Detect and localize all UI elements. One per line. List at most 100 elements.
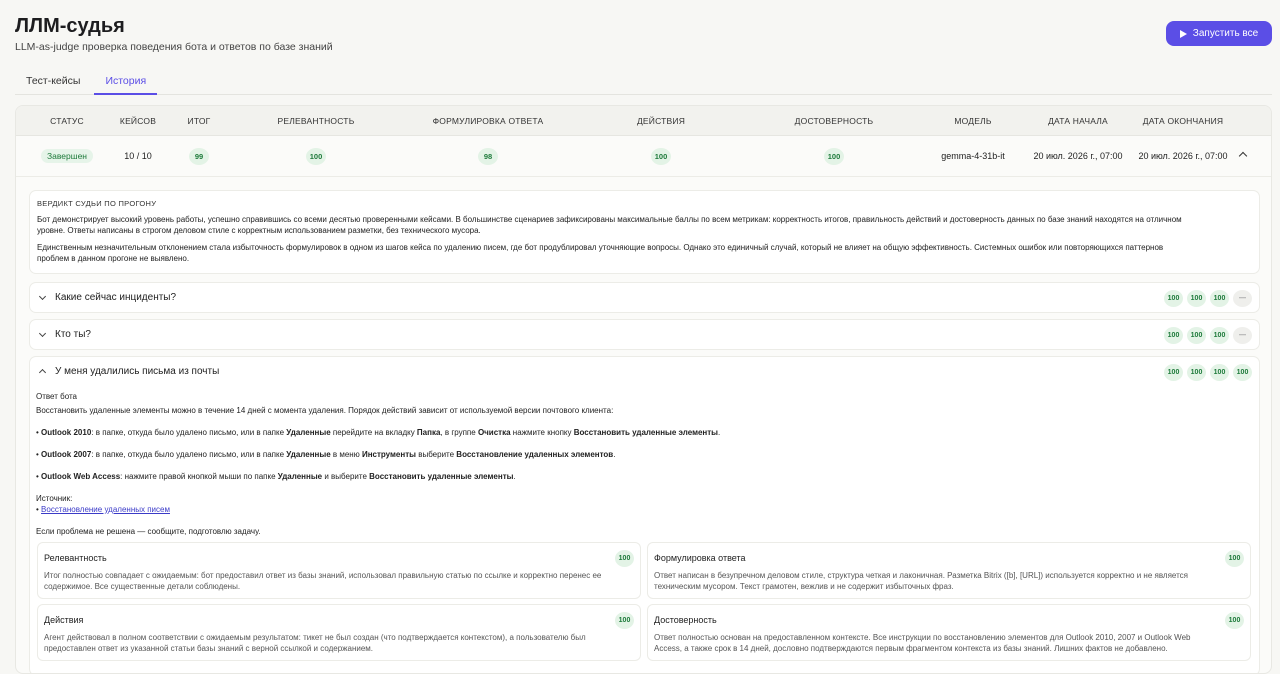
answer-text: : в папке, откуда было удалено письмо, и… [91,428,287,437]
answer-text: выберите [415,450,457,459]
answer-bold: Восстановить удаленные элементы [369,472,514,481]
answer-bold: Инструменты [361,450,416,459]
criterion-card-actions: Действия Агент действовал в полном соотв… [37,604,641,661]
score-pill: 100 [1187,327,1206,344]
criterion-score: 100 [615,612,634,629]
run-all-label: Запустить все [1192,28,1259,39]
score-pill: 100 [1187,364,1206,381]
verdict-title: ВЕРДИКТ СУДЬИ ПО ПРОГОНУ [37,199,157,208]
case-accordion[interactable]: Кто ты? 100 100 100 — [29,319,1260,350]
answer-bold: Восстановить удаленные элементы [573,428,719,437]
criterion-text: Итог полностью совпадает с ожидаемым: бо… [44,571,602,580]
answer-text: , в группе [440,428,478,437]
history-panel: СТАТУС КЕЙСОВ ИТОГ РЕЛЕВАНТНОСТЬ ФОРМУЛИ… [15,105,1272,674]
answer-label: Ответ бота [36,392,77,401]
source-link[interactable]: Восстановление удаленных писем [41,505,170,514]
verdict-text: Бот демонстрирует высокий уровень работы… [37,215,1182,224]
answer-text: . [613,450,616,459]
case-question: Какие сейчас инциденты? [55,292,177,303]
play-icon [1179,29,1187,38]
col-end-date: ДАТА ОКОНЧАНИЯ [1142,116,1224,126]
answer-bold: Outlook Web Access [41,472,121,481]
answer-bold: Удаленные [277,472,323,481]
criterion-text: Агент действовал в полном соответствии с… [44,633,586,642]
answer-text: в меню [330,450,362,459]
relevance-score: 100 [306,148,326,165]
score-pill: 100 [1210,290,1229,307]
score-pill: 100 [1164,364,1183,381]
answer-bullet: • Outlook 2007: в папке, откуда было уда… [36,450,616,459]
case-accordion[interactable]: Какие сейчас инциденты? 100 100 100 — [29,282,1260,313]
criterion-text: Access, а также срок в 14 дней, дословно… [654,644,1168,653]
criterion-text: техническим мусором. Текст грамотен, веж… [654,582,954,591]
score-pill: 100 [1233,364,1252,381]
answer-text: . [718,428,721,437]
page-header: ЛЛМ-судья LLM-as-judge проверка поведени… [15,14,333,53]
criterion-card-relevance: Релевантность Итог полностью совпадает с… [37,542,641,599]
source-item: • Восстановление удаленных писем [36,505,170,514]
col-total: ИТОГ [187,116,211,126]
chevron-up-icon[interactable] [1238,151,1248,161]
tab-test-cases[interactable]: Тест-кейсы [15,70,91,95]
score-pill: — [1233,327,1252,344]
criterion-score: 100 [1225,612,1244,629]
verdict-paragraph: Бот демонстрирует высокий уровень работы… [37,214,1252,236]
criterion-text: Ответ полностью основан на предоставленн… [654,633,1191,642]
tab-history[interactable]: История [94,70,158,95]
table-header: СТАТУС КЕЙСОВ ИТОГ РЕЛЕВАНТНОСТЬ ФОРМУЛИ… [16,106,1271,136]
verdict-paragraph: Единственным незначительным отклонением … [37,242,1252,264]
criterion-description: Ответ полностью основан на предоставленн… [654,632,1244,654]
wording-score: 98 [478,148,498,165]
score-pill: 100 [1210,364,1229,381]
criterion-score: 100 [615,550,634,567]
criterion-description: Итог полностью совпадает с ожидаемым: бо… [44,570,634,592]
answer-intro: Восстановить удаленные элементы можно в … [36,406,614,415]
criterion-title: Формулировка ответа [654,553,746,563]
page-title: ЛЛМ-судья [15,15,125,37]
answer-text: нажмите кнопку [510,428,574,437]
answer-closing: Если проблема не решена — сообщите, подг… [36,527,261,536]
case-question: Кто ты? [55,329,91,340]
answer-text: и выберите [322,472,370,481]
chevron-down-icon [38,292,47,301]
start-date: 20 июл. 2026 г., 07:00 [1033,151,1123,161]
score-pill: — [1233,290,1252,307]
col-reliability: ДОСТОВЕРНОСТЬ [794,116,874,126]
criterion-card-wording: Формулировка ответа Ответ написан в безу… [647,542,1251,599]
verdict-card: ВЕРДИКТ СУДЬИ ПО ПРОГОНУ Бот демонстриру… [29,190,1260,274]
col-start-date: ДАТА НАЧАЛА [1048,116,1108,126]
criterion-description: Ответ написан в безупречном деловом стил… [654,570,1244,592]
answer-bold: Outlook 2010 [41,428,92,437]
answer-bold: Удаленные [286,450,331,459]
answer-bold: Восстановление удаленных элементов [456,450,614,459]
criterion-title: Действия [44,615,84,625]
col-cases: КЕЙСОВ [119,116,157,126]
score-pill: 100 [1210,327,1229,344]
verdict-text: Единственным незначительным отклонением … [37,243,1164,252]
col-status: СТАТУС [50,116,84,126]
reliability-score: 100 [824,148,844,165]
answer-text: перейдите на вкладку [330,428,417,437]
score-pill: 100 [1164,327,1183,344]
criterion-text: предоставлен ответ из указанной статьи б… [44,644,374,653]
status-badge: Завершен [41,149,93,163]
criterion-text: содержимое. Все существенные детали собл… [44,582,241,591]
criterion-score: 100 [1225,550,1244,567]
answer-bold: Удаленные [286,428,331,437]
end-date: 20 июл. 2026 г., 07:00 [1138,151,1228,161]
score-pill: 100 [1187,290,1206,307]
model-name: gemma-4-31b-it [941,151,1005,161]
answer-text: : в папке, откуда было удалено письмо, и… [91,450,287,459]
answer-bullet: • Outlook Web Access: нажмите правой кно… [36,472,516,481]
answer-bold: Папка [416,428,441,437]
col-model: МОДЕЛЬ [954,116,992,126]
run-all-button[interactable]: Запустить все [1166,21,1272,46]
source-label: Источник: [36,494,73,503]
actions-score: 100 [651,148,671,165]
cases-count: 10 / 10 [124,151,152,161]
table-row[interactable]: Завершен 10 / 10 99 100 98 100 100 gemma… [16,136,1271,177]
case-scores: 100 100 100 100 [1164,364,1252,381]
case-question: У меня удалились письма из почты [55,366,220,377]
answer-text: : нажмите правой кнопкой мыши по папке [120,472,278,481]
col-wording: ФОРМУЛИРОВКА ОТВЕТА [432,116,544,126]
